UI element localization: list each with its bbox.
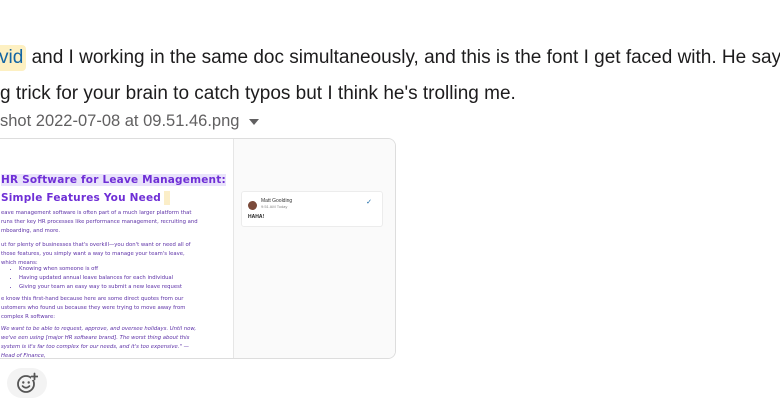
doc-bullet: Having updated annual leave balances for…: [19, 274, 219, 283]
file-header: shot 2022-07-08 at 09.51.46.png: [0, 108, 260, 134]
image-preview[interactable]: HR Software for Leave Management: Simple…: [0, 138, 396, 359]
message-text-2: g trick for your brain to catch typos bu…: [0, 83, 516, 104]
comment-card: Matt Goolding 9:51 AM Today HAHA! ✓: [241, 191, 383, 227]
caret-down-icon[interactable]: [249, 119, 260, 125]
document-preview: HR Software for Leave Management: Simple…: [0, 139, 233, 358]
doc-quote: We want to be able to request, approve, …: [1, 326, 197, 359]
comment-time: 9:51 AM Today: [261, 204, 288, 209]
user-mention[interactable]: vid: [0, 45, 27, 71]
doc-paragraph-1: eave management software is often part o…: [1, 210, 198, 234]
add-reaction-icon: [17, 372, 38, 393]
doc-paragraph-2: ut for plenty of businesses that's overk…: [1, 242, 191, 266]
add-reaction-button[interactable]: [7, 368, 47, 398]
doc-bullet-list: Knowing when someone is off Having updat…: [0, 265, 219, 292]
message-text-1: and I working in the same doc simultaneo…: [26, 47, 780, 68]
message-line-1: vid and I working in the same doc simult…: [0, 40, 780, 76]
doc-bullet: Knowing when someone is off: [19, 265, 219, 274]
doc-title-1: HR Software for Leave Management:: [1, 174, 226, 186]
doc-bullet: Giving your team an easy way to submit a…: [19, 283, 219, 292]
comment-pane: Matt Goolding 9:51 AM Today HAHA! ✓: [234, 139, 395, 358]
message-line-2: g trick for your brain to catch typos bu…: [0, 76, 780, 112]
comment-text: HAHA!: [248, 214, 265, 220]
doc-paragraph-3: e know this first-hand because here are …: [1, 296, 186, 320]
file-name[interactable]: shot 2022-07-08 at 09.51.46.png: [0, 112, 239, 131]
avatar: [248, 201, 257, 210]
message-body: vid and I working in the same doc simult…: [0, 40, 780, 112]
check-icon: ✓: [366, 199, 372, 206]
doc-title-2: Simple Features You Need: [1, 189, 231, 207]
